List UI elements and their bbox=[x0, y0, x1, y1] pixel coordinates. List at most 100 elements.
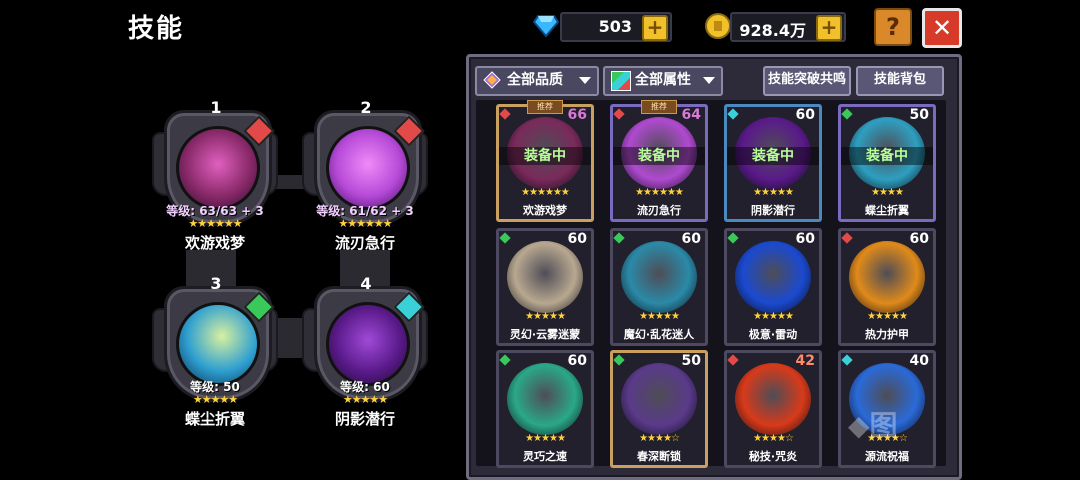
skill-card[interactable]: 60 装备中 ★★★★★ 阴影潜行 bbox=[724, 104, 822, 222]
equipped-label: 装备中 bbox=[841, 147, 933, 165]
skill-card-level: 66 bbox=[567, 107, 587, 123]
skill-art-icon bbox=[621, 363, 697, 435]
attribute-filter-dropdown[interactable]: 全部属性 bbox=[603, 66, 723, 96]
skill-art-icon bbox=[735, 363, 811, 435]
recommended-badge: 推荐 bbox=[641, 100, 677, 114]
skill-art-icon bbox=[507, 241, 583, 313]
element-gem-icon bbox=[841, 232, 853, 244]
element-gem-icon bbox=[613, 354, 625, 366]
skill-card[interactable]: 42 ★★★★☆ 秘技·咒炎 bbox=[724, 350, 822, 468]
skill-card-stars: ★★★★★★ bbox=[635, 187, 684, 198]
skill-backpack-button[interactable]: 技能背包 bbox=[856, 66, 944, 96]
skill-card-stars: ★★★★★ bbox=[867, 311, 908, 322]
skill-card[interactable]: 66 推荐 装备中 ★★★★★★ 欢游戏梦 bbox=[496, 100, 594, 222]
skill-orb-icon bbox=[176, 302, 260, 386]
slot-number: 2 bbox=[360, 98, 372, 117]
skill-card[interactable]: 50 ★★★★☆ 春深断锁 bbox=[610, 350, 708, 468]
skill-art-icon bbox=[621, 241, 697, 313]
equipped-label: 装备中 bbox=[499, 147, 591, 165]
equipped-slot-2[interactable]: 2 等级: 61/62 + 3 ★★★★★★ 流刃急行 bbox=[300, 98, 430, 252]
slot-number: 4 bbox=[360, 274, 372, 293]
skill-art-icon bbox=[849, 241, 925, 313]
skill-orb-icon bbox=[326, 126, 410, 210]
rainbow-diamond-icon bbox=[483, 71, 501, 89]
element-gem-icon bbox=[727, 108, 739, 120]
skill-card-stars: ★★★★☆ bbox=[753, 433, 794, 444]
element-gem-icon bbox=[499, 232, 511, 244]
quality-filter-label: 全部品质 bbox=[507, 72, 563, 88]
attribute-filter-label: 全部属性 bbox=[635, 72, 691, 88]
equipped-slot-3[interactable]: 3 等级: 50 ★★★★★ 蝶尘折翼 bbox=[150, 274, 280, 428]
equipped-slot-1[interactable]: 1 等级: 63/63 + 3 ★★★★★★ 欢游戏梦 bbox=[150, 98, 280, 252]
skill-card[interactable]: 60 ★★★★★ 灵幻·云雾迷蒙 bbox=[496, 228, 594, 346]
skill-card-name: 灵巧之速 bbox=[523, 450, 567, 463]
skill-card[interactable]: 60 ★★★★★ 魔幻·乱花迷人 bbox=[610, 228, 708, 346]
page-title: 技能 bbox=[128, 14, 185, 44]
skill-card-level: 60 bbox=[795, 231, 815, 247]
skill-card-name: 蝶尘折翼 bbox=[865, 204, 909, 217]
add-gold-button[interactable]: + bbox=[816, 15, 842, 41]
skill-resonance-button[interactable]: 技能突破共鸣 bbox=[763, 66, 851, 96]
skill-card-level: 60 bbox=[795, 107, 815, 123]
skill-card-level: 42 bbox=[795, 353, 815, 369]
skill-card-stars: ★★★★ bbox=[871, 187, 904, 198]
skill-card-level: 40 bbox=[909, 353, 929, 369]
slot-skill-name: 欢游戏梦 bbox=[184, 234, 245, 252]
gold-value: 928.4万 bbox=[739, 21, 806, 40]
slot-number: 3 bbox=[210, 274, 222, 293]
skill-card-name: 极意·雷动 bbox=[748, 328, 798, 341]
recommended-badge: 推荐 bbox=[527, 100, 563, 114]
skill-card-name: 欢游戏梦 bbox=[523, 204, 567, 217]
skill-card-name: 魔幻·乱花迷人 bbox=[623, 328, 695, 341]
skill-card-level: 60 bbox=[681, 231, 701, 247]
help-button[interactable]: ? bbox=[874, 8, 912, 46]
skill-card-name: 热力护甲 bbox=[865, 328, 909, 341]
element-gem-icon bbox=[841, 108, 853, 120]
skill-card-stars: ★★★★★ bbox=[753, 187, 794, 198]
element-gem-icon bbox=[613, 108, 625, 120]
element-gem-icon bbox=[499, 108, 511, 120]
slot-skill-name: 阴影潜行 bbox=[334, 410, 395, 428]
skill-art-icon bbox=[507, 363, 583, 435]
slot-skill-name: 蝶尘折翼 bbox=[184, 410, 245, 428]
skill-card-level: 60 bbox=[567, 353, 587, 369]
gold-counter: 928.4万 + bbox=[730, 12, 846, 42]
watermark-logo: ◆图 bbox=[848, 409, 898, 442]
element-gem-icon bbox=[841, 354, 853, 366]
diamond-icon bbox=[532, 12, 560, 38]
skill-card-level: 60 bbox=[909, 231, 929, 247]
skill-card-level: 64 bbox=[681, 107, 701, 123]
skill-card[interactable]: 60 ★★★★★ 热力护甲 bbox=[838, 228, 936, 346]
skill-orb-icon bbox=[176, 126, 260, 210]
slot-stars: ★★★★★ bbox=[342, 393, 388, 406]
skill-card-stars: ★★★★★ bbox=[525, 311, 566, 322]
skill-card-name: 灵幻·云雾迷蒙 bbox=[509, 328, 581, 341]
equipped-label: 装备中 bbox=[613, 147, 705, 165]
equipped-slot-4[interactable]: 4 等级: 60 ★★★★★ 阴影潜行 bbox=[300, 274, 430, 428]
close-icon: ✕ bbox=[931, 14, 953, 42]
skill-card-name: 秘技·咒炎 bbox=[748, 450, 798, 463]
slot-stars: ★★★★★ bbox=[192, 393, 238, 406]
skill-card-level: 60 bbox=[567, 231, 587, 247]
element-gem-icon bbox=[727, 354, 739, 366]
diamond-counter: 503 + bbox=[560, 12, 672, 42]
close-button[interactable]: ✕ bbox=[922, 8, 962, 48]
skill-card-stars: ★★★★★ bbox=[639, 311, 680, 322]
skill-card[interactable]: 64 推荐 装备中 ★★★★★★ 流刃急行 bbox=[610, 100, 708, 222]
skill-card[interactable]: 60 ★★★★★ 极意·雷动 bbox=[724, 228, 822, 346]
skill-art-icon bbox=[735, 241, 811, 313]
slot-stars: ★★★★★★ bbox=[188, 217, 242, 230]
quality-filter-dropdown[interactable]: 全部品质 bbox=[475, 66, 599, 96]
diamond-value: 503 bbox=[598, 17, 632, 36]
skill-card-stars: ★★★★★ bbox=[753, 311, 794, 322]
slot-number: 1 bbox=[210, 98, 222, 117]
skill-orb-icon bbox=[326, 302, 410, 386]
skill-card[interactable]: 50 装备中 ★★★★ 蝶尘折翼 bbox=[838, 104, 936, 222]
add-diamond-button[interactable]: + bbox=[642, 15, 668, 41]
skill-card[interactable]: 60 ★★★★★ 灵巧之速 bbox=[496, 350, 594, 468]
skill-card-name: 阴影潜行 bbox=[751, 204, 795, 217]
skill-card-stars: ★★★★☆ bbox=[639, 433, 680, 444]
element-gem-icon bbox=[727, 232, 739, 244]
help-icon: ? bbox=[886, 13, 900, 41]
slot-stars: ★★★★★★ bbox=[338, 217, 392, 230]
